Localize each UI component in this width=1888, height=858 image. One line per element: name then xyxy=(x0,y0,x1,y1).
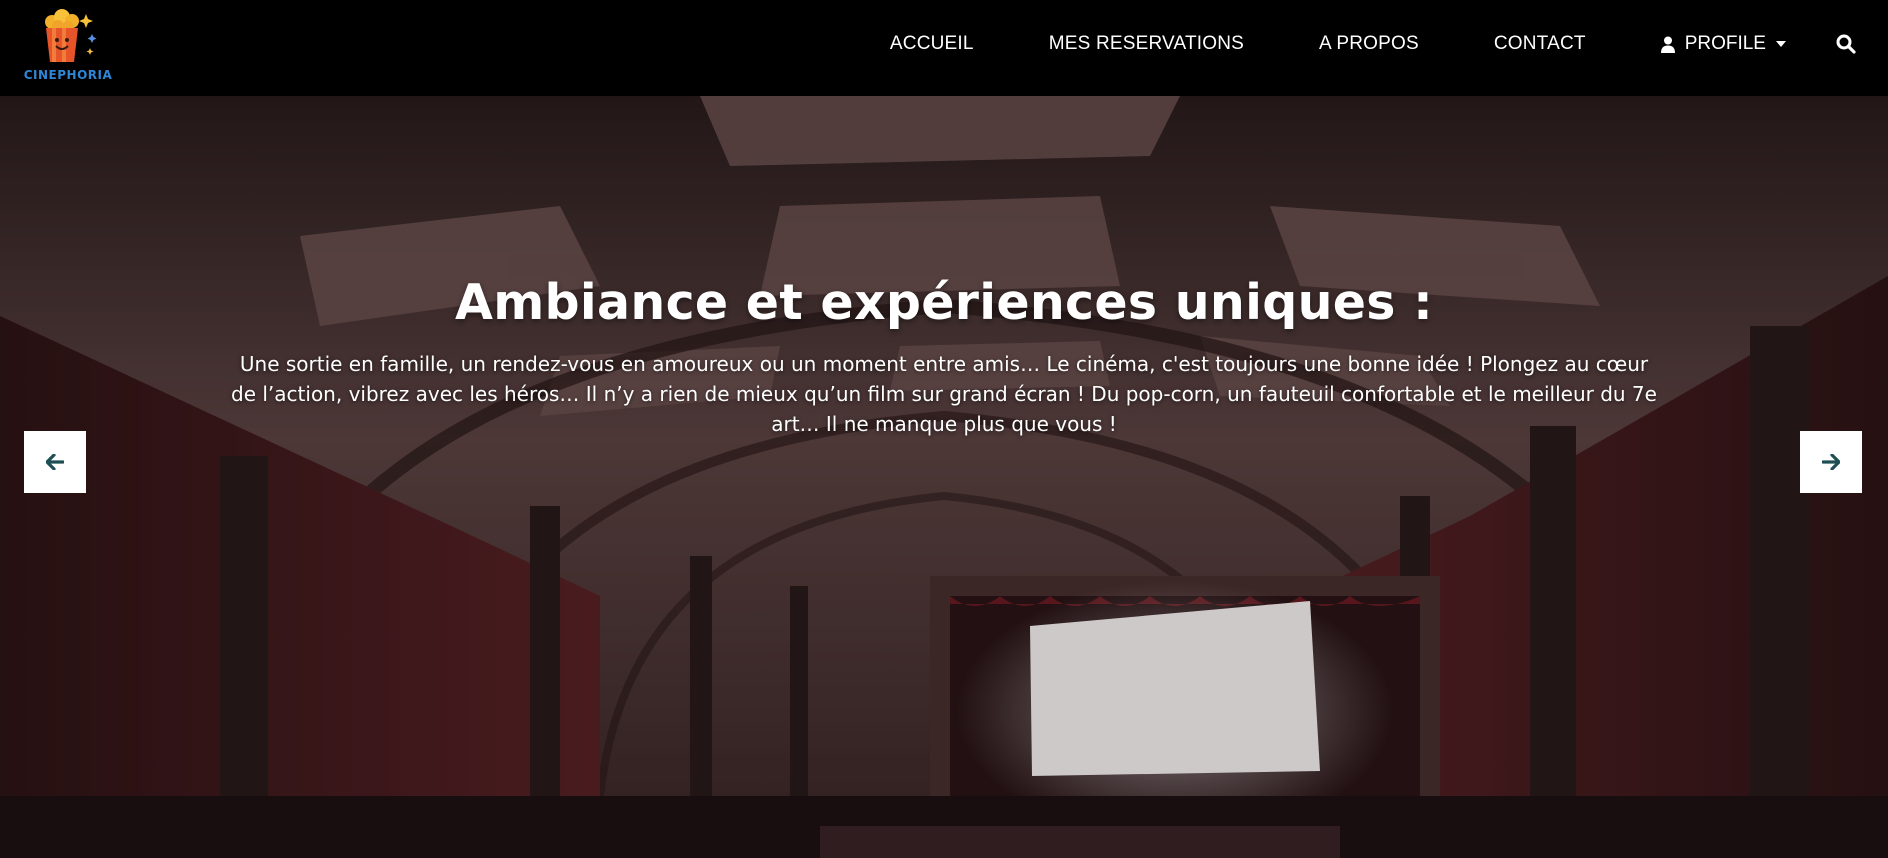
profile-label: PROFILE xyxy=(1684,33,1766,54)
nav-item-accueil[interactable]: ACCUEIL xyxy=(890,33,974,55)
search-button[interactable] xyxy=(1836,34,1856,54)
nav-item-mes-reservations[interactable]: MES RESERVATIONS xyxy=(1049,33,1244,55)
carousel-next-button[interactable] xyxy=(1800,431,1862,493)
chevron-down-icon xyxy=(1776,41,1786,47)
navbar: CINEPHORIA ACCUEIL MES RESERVATIONS A PR… xyxy=(0,0,1888,96)
brand-name: CINEPHORIA xyxy=(23,68,113,82)
carousel-prev-button[interactable] xyxy=(24,431,86,493)
user-icon xyxy=(1660,36,1675,53)
hero-carousel: Ambiance et expériences uniques : Une so… xyxy=(0,96,1888,858)
arrow-right-icon xyxy=(1822,454,1840,470)
brand-logo-link[interactable]: CINEPHORIA xyxy=(24,8,112,88)
nav-item-contact[interactable]: CONTACT xyxy=(1494,33,1586,55)
main-nav: ACCUEIL MES RESERVATIONS A PROPOS CONTAC… xyxy=(890,0,1888,88)
nav-item-a-propos[interactable]: A PROPOS xyxy=(1319,33,1419,55)
popcorn-bucket-icon xyxy=(45,9,97,62)
hero-caption: Ambiance et expériences uniques : Une so… xyxy=(0,274,1888,439)
search-icon xyxy=(1836,34,1856,54)
profile-dropdown-toggle[interactable]: PROFILE xyxy=(1660,33,1786,55)
hero-title: Ambiance et expériences uniques : xyxy=(454,274,1434,331)
arrow-left-icon xyxy=(46,454,64,470)
cinema-hall-image xyxy=(0,96,1888,858)
hero-description: Une sortie en famille, un rendez-vous en… xyxy=(231,352,1657,436)
